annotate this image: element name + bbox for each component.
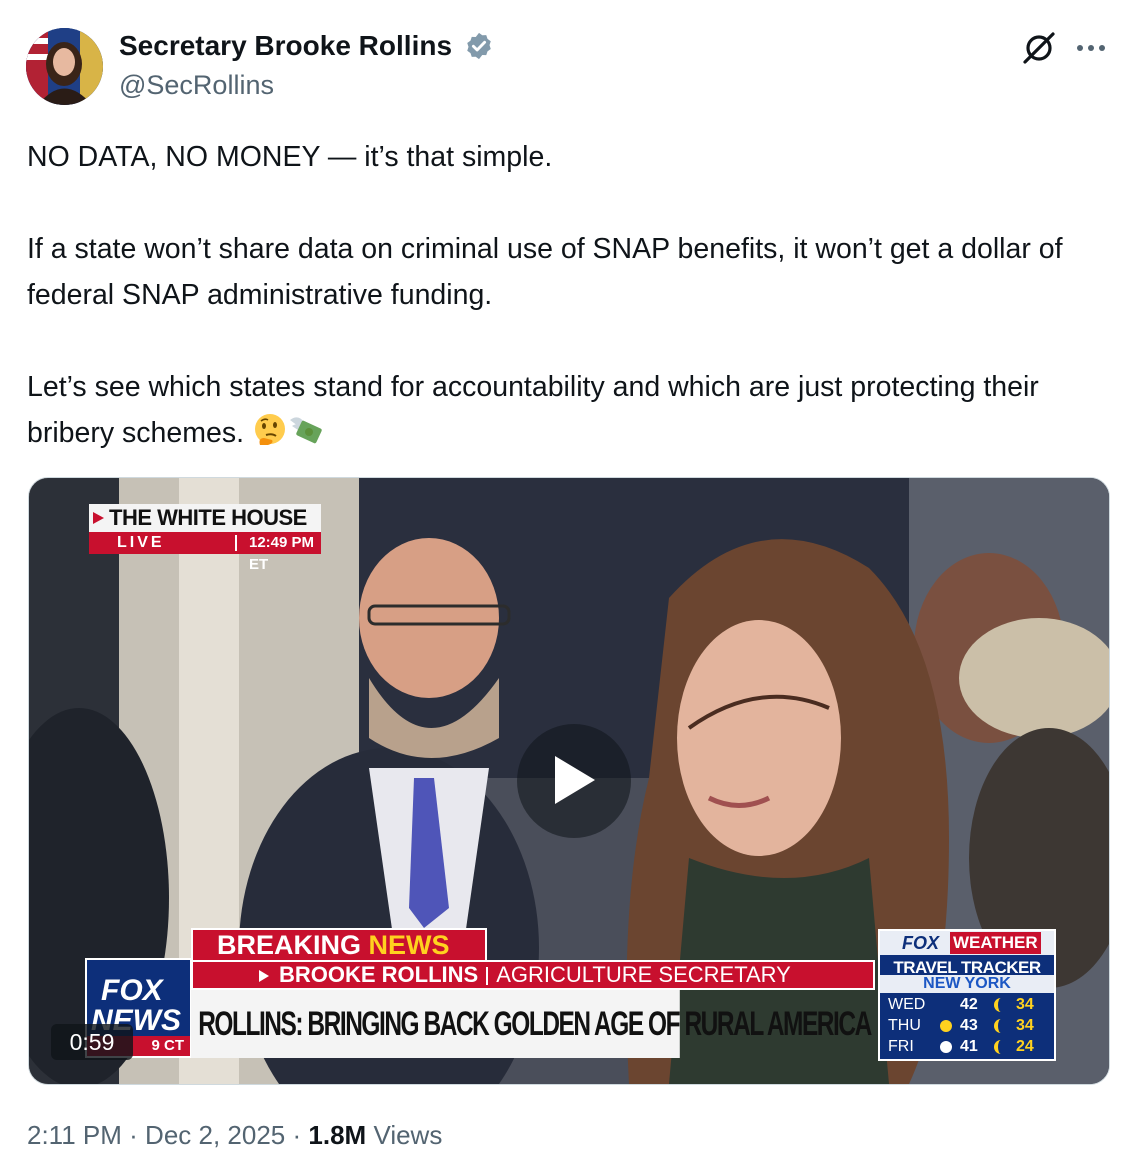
live-label: LIVE — [117, 534, 165, 551]
author-avatar[interactable] — [26, 28, 103, 105]
partly-sunny-icon — [940, 1020, 952, 1032]
speaker-name: BROOKE ROLLINS — [279, 962, 479, 987]
views-label: Views — [373, 1120, 443, 1150]
weather-brand-weather: WEATHER — [950, 932, 1041, 954]
author-name[interactable]: Secretary Brooke Rollins — [119, 30, 452, 62]
video-player[interactable]: THE WHITE HOUSE LIVE 12:49 PM ET FOX NEW… — [28, 477, 1110, 1085]
forecast-row: FRI 41 24 — [888, 1037, 1048, 1057]
video-duration: 0:59 — [51, 1024, 133, 1060]
verified-badge-icon[interactable] — [464, 31, 494, 61]
meta-dot: · — [292, 1120, 302, 1150]
location-title: THE WHITE HOUSE — [89, 504, 321, 532]
weather-city: NEW YORK — [880, 975, 1054, 993]
forecast-low: 24 — [1016, 1038, 1034, 1055]
live-time: 12:49 PM ET — [249, 534, 315, 573]
forecast-day: FRI — [888, 1038, 914, 1055]
tweet-text: NO DATA, NO MONEY — it’s that simple. If… — [27, 134, 1107, 456]
tweet-line-3-text: Let’s see which states stand for account… — [27, 371, 1039, 449]
weather-header: FOX WEATHER — [880, 931, 1054, 955]
live-strip: LIVE 12:49 PM ET — [89, 532, 321, 573]
forecast-high: 42 — [960, 996, 978, 1013]
money-with-wings-emoji — [289, 417, 322, 444]
forecast-row: THU 43 34 — [888, 1016, 1048, 1036]
tweet-meta: 2:11 PM · Dec 2, 2025 · 1.8M Views — [27, 1120, 442, 1151]
views-count: 1.8M — [308, 1120, 367, 1150]
forecast-day: WED — [888, 996, 926, 1013]
moon-icon — [994, 998, 1008, 1012]
location-arrow-icon — [93, 512, 104, 524]
grok-icon[interactable] — [1021, 30, 1057, 66]
location-bug: THE WHITE HOUSE LIVE 12:49 PM ET — [89, 504, 321, 573]
breaking-label: BREAKING — [217, 930, 362, 960]
speaker-arrow-icon — [259, 970, 269, 982]
play-button[interactable] — [517, 724, 631, 838]
forecast-low: 34 — [1016, 1017, 1034, 1034]
more-options-icon[interactable] — [1074, 38, 1108, 58]
cloud-icon — [940, 1041, 952, 1053]
weather-widget: FOX WEATHER TRAVEL TRACKER NEW YORK WED … — [878, 929, 1056, 1061]
forecast-low: 34 — [1016, 996, 1034, 1013]
forecast-row: WED 42 34 — [888, 995, 1048, 1015]
weather-brand-fox: FOX — [902, 933, 940, 953]
lower-third: BREAKING NEWS BROOKE ROLLINS AGRICULTURE … — [191, 928, 875, 1060]
news-headline: ROLLINS: BRINGING BACK GOLDEN AGE OF RUR… — [191, 990, 872, 1058]
forecast-high: 43 — [960, 1017, 978, 1034]
location-title-text: THE WHITE HOUSE — [109, 505, 307, 530]
avatar-image — [26, 28, 103, 105]
speaker-strip: BROOKE ROLLINS AGRICULTURE SECRETARY — [191, 960, 875, 990]
speaker-role: AGRICULTURE SECRETARY — [496, 962, 791, 987]
tweet-line-2: If a state won’t share data on criminal … — [27, 233, 1063, 311]
live-separator — [235, 535, 237, 551]
fox-logo-line1: FOX — [101, 974, 163, 1007]
speaker-separator — [486, 967, 489, 985]
moon-icon — [994, 1040, 1008, 1054]
news-label: NEWS — [368, 930, 450, 960]
moon-icon — [994, 1019, 1008, 1033]
author-handle[interactable]: @SecRollins — [119, 70, 274, 101]
tweet-line-1: NO DATA, NO MONEY — it’s that simple. — [27, 141, 553, 173]
forecast-day: THU — [888, 1017, 921, 1034]
tweet-line-3: Let’s see which states stand for account… — [27, 364, 1107, 456]
thinking-face-emoji — [254, 414, 285, 445]
play-icon — [555, 756, 595, 804]
tweet-date[interactable]: Dec 2, 2025 — [145, 1120, 285, 1150]
breaking-news-banner: BREAKING NEWS — [191, 928, 487, 962]
forecast-high: 41 — [960, 1038, 978, 1055]
tweet-time[interactable]: 2:11 PM — [27, 1120, 122, 1150]
meta-dot: · — [129, 1120, 138, 1150]
